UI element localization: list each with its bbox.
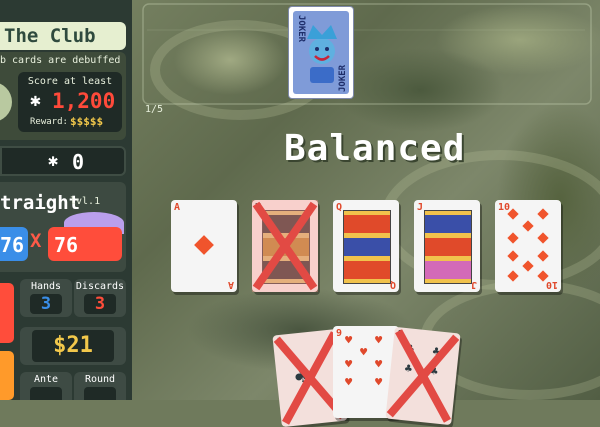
played-card[interactable]: 10 10: [495, 200, 561, 292]
diamond-suit-icon: [537, 250, 549, 262]
diamond-suit-icon: [507, 270, 519, 282]
blind-name: The Club: [4, 25, 96, 47]
score-target: 1,200: [52, 89, 116, 113]
star-chip-icon: ✱: [30, 90, 41, 111]
played-card[interactable]: A A: [171, 200, 237, 292]
hand-name: traight: [0, 192, 81, 214]
times-sign: X: [30, 230, 42, 252]
reward-label: Reward:: [30, 117, 68, 127]
options-button[interactable]: [0, 351, 14, 400]
score-label: Score at least: [27, 76, 113, 87]
mult-value: 76: [54, 233, 79, 257]
card-rank-bottom: J: [470, 279, 477, 290]
background-swirl: [380, 150, 600, 290]
chips-box: 76: [0, 227, 28, 261]
joker-card[interactable]: JOKER JOKER: [288, 6, 354, 99]
diamond-suit-icon: [537, 232, 549, 244]
star-chip-icon: ✱: [48, 151, 59, 171]
heart-suit-icon: ♥: [375, 357, 383, 371]
heart-suit-icon: ♥: [345, 333, 353, 347]
score-target-box: Score at least ✱ 1,200 Reward: $$$$$: [18, 72, 122, 132]
hands-value: 3: [30, 294, 62, 314]
diamond-suit-icon: [194, 235, 214, 255]
discards-box: Discards 3: [74, 279, 126, 317]
hand-panel: traight lvl.1 76 X 76: [0, 182, 126, 272]
heart-suit-icon: ♥: [360, 345, 368, 359]
hand-title: Balanced: [284, 128, 466, 169]
blind-chip-icon: [0, 82, 12, 122]
card-rank: J: [417, 202, 424, 213]
money-value: $21: [32, 330, 114, 362]
card-rank-bottom: 10: [545, 279, 558, 290]
ante-box: Ante: [20, 372, 72, 400]
joker-area-outline: [142, 3, 592, 105]
joker-label-top: JOKER: [296, 15, 306, 43]
diamond-suit-icon: [507, 232, 519, 244]
diamond-suit-icon: [507, 250, 519, 262]
round-box: Round: [74, 372, 126, 400]
mult-box: 76: [48, 227, 122, 261]
round-value: [84, 387, 116, 400]
played-counter: 1/5: [145, 104, 164, 115]
heart-suit-icon: ♥: [375, 333, 383, 347]
ante-value: [30, 387, 62, 400]
blind-header: The Club: [0, 22, 126, 50]
discards-label: Discards: [75, 281, 125, 292]
played-card[interactable]: Q Q: [333, 200, 399, 292]
run-info-button[interactable]: [0, 283, 14, 343]
joker-art: JOKER JOKER: [293, 11, 349, 94]
hand-card-debuffed[interactable]: 8 ♣ ♣ ♣ ♣: [385, 326, 461, 426]
card-rank: Q: [336, 202, 343, 213]
reward-value: $$$$$: [70, 115, 104, 128]
hand-level: lvl.1: [70, 196, 101, 207]
money-box: $21: [20, 327, 126, 365]
diamond-suit-icon: [537, 208, 549, 220]
ante-label: Ante: [33, 374, 59, 385]
heart-suit-icon: ♥: [345, 357, 353, 371]
heart-suit-icon: ♥: [375, 375, 383, 389]
joker-card-icon: JOKER JOKER: [296, 15, 348, 92]
played-card[interactable]: J J: [414, 200, 480, 292]
heart-suit-icon: ♥: [345, 375, 353, 389]
card-rank: A: [174, 202, 181, 213]
card-rank-bottom: Q: [389, 279, 396, 290]
debuff-x-icon: [386, 329, 460, 423]
hands-box: Hands 3: [20, 279, 72, 317]
jack-art: [424, 210, 472, 284]
hands-label: Hands: [30, 281, 62, 292]
blind-panel: b cards are debuffed Score at least ✱ 1,…: [0, 52, 126, 140]
discards-value: 3: [84, 294, 116, 314]
queen-art: [343, 210, 391, 284]
round-score: 0: [72, 150, 85, 174]
card-rank: 9: [336, 328, 343, 339]
joker-label-bottom: JOKER: [338, 64, 348, 92]
played-card-debuffed[interactable]: K: [252, 200, 318, 292]
diamond-suit-icon: [522, 220, 534, 232]
blind-effect: b cards are debuffed: [0, 55, 121, 66]
debuff-x-icon: [252, 200, 318, 292]
round-score-box: ✱ 0: [0, 146, 126, 176]
round-label: Round: [84, 374, 116, 385]
chips-value: 76: [0, 233, 25, 257]
diamond-suit-icon: [522, 260, 534, 272]
sidebar: The Club b cards are debuffed Score at l…: [0, 0, 132, 400]
card-rank-bottom: A: [227, 279, 234, 290]
